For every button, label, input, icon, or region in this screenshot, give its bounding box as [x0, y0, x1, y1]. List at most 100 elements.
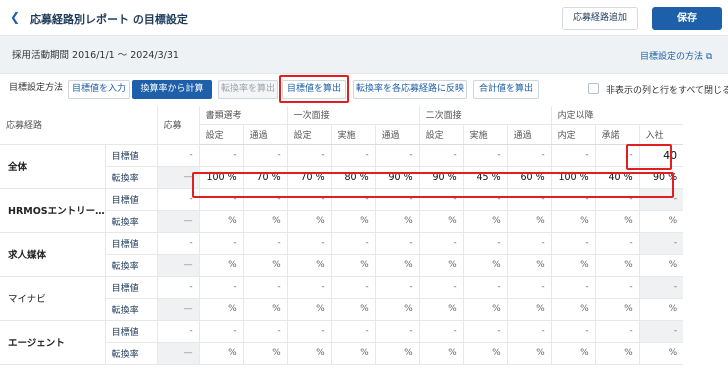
rate-cell[interactable]: %	[330, 210, 376, 233]
hide-empty-checkbox[interactable]	[588, 83, 599, 94]
rate-cell[interactable]: %	[330, 298, 376, 321]
target-cell[interactable]: -	[418, 144, 464, 167]
target-cell[interactable]: -	[462, 232, 508, 255]
target-cell[interactable]: -	[286, 276, 332, 299]
rate-cell[interactable]: %	[198, 342, 244, 365]
rate-cell[interactable]: %	[286, 298, 332, 321]
apply-rate-button[interactable]: 転換率を各応募経路に反映	[353, 80, 467, 99]
target-cell[interactable]: -	[462, 320, 508, 343]
rate-cell[interactable]: %	[506, 342, 552, 365]
rate-cell[interactable]: %	[286, 254, 332, 277]
rate-cell[interactable]: %	[198, 210, 244, 233]
table-row: マイナビ 目標値 - - - - - - - - - - - -	[0, 276, 684, 321]
target-cell[interactable]: -	[242, 276, 288, 299]
target-cell[interactable]: -	[330, 276, 376, 299]
rate-cell[interactable]: %	[286, 210, 332, 233]
target-cell[interactable]: -	[594, 276, 640, 299]
rate-cell[interactable]: %	[550, 298, 596, 321]
target-cell[interactable]: -	[242, 320, 288, 343]
rate-cell[interactable]: %	[198, 298, 244, 321]
rate-cell[interactable]: %	[506, 298, 552, 321]
target-cell[interactable]: -	[374, 232, 420, 255]
route-name: マイナビ	[0, 276, 106, 321]
help-link[interactable]: 目標設定の方法 ⧉	[640, 49, 712, 62]
target-cell[interactable]: -	[462, 144, 508, 167]
input-target-button[interactable]: 目標値を入力	[68, 80, 130, 99]
rate-cell[interactable]: %	[242, 298, 288, 321]
rate-cell[interactable]: %	[198, 254, 244, 277]
rate-cell[interactable]: %	[374, 342, 420, 365]
rate-cell[interactable]: %	[330, 342, 376, 365]
target-cell[interactable]: -	[374, 320, 420, 343]
rate-cell[interactable]: %	[638, 342, 684, 365]
target-cell[interactable]: -	[198, 144, 244, 167]
target-cell[interactable]: -	[286, 320, 332, 343]
rate-cell[interactable]: %	[462, 298, 508, 321]
rate-cell[interactable]: %	[418, 254, 464, 277]
target-cell[interactable]: -	[506, 232, 552, 255]
rate-cell[interactable]: %	[594, 210, 640, 233]
rate-cell[interactable]: %	[638, 210, 684, 233]
calc-total-button[interactable]: 合計値を算出	[473, 80, 539, 99]
target-cell[interactable]: -	[418, 320, 464, 343]
row-label: 目標値	[104, 232, 158, 255]
rate-cell[interactable]: %	[374, 298, 420, 321]
rate-cell[interactable]: %	[418, 342, 464, 365]
rate-cell[interactable]: %	[638, 298, 684, 321]
target-cell[interactable]: -	[198, 320, 244, 343]
target-cell[interactable]: -	[286, 144, 332, 167]
rate-cell[interactable]: %	[286, 342, 332, 365]
target-cell[interactable]: -	[198, 276, 244, 299]
rate-cell[interactable]: %	[418, 210, 464, 233]
rate-cell[interactable]: %	[550, 210, 596, 233]
rate-cell[interactable]: %	[550, 342, 596, 365]
target-cell[interactable]: -	[198, 232, 244, 255]
save-button[interactable]: 保存	[652, 7, 722, 30]
target-cell[interactable]: -	[550, 276, 596, 299]
target-cell[interactable]: -	[462, 276, 508, 299]
rate-cell[interactable]: %	[462, 210, 508, 233]
rate-cell[interactable]: %	[374, 254, 420, 277]
rate-cell[interactable]: %	[462, 254, 508, 277]
target-cell[interactable]: -	[418, 232, 464, 255]
rate-cell[interactable]: %	[242, 210, 288, 233]
target-cell[interactable]: -	[506, 276, 552, 299]
target-cell[interactable]: -	[506, 320, 552, 343]
target-cell[interactable]: -	[374, 144, 420, 167]
target-cell[interactable]: -	[550, 144, 596, 167]
target-cell[interactable]: -	[506, 144, 552, 167]
rate-cell[interactable]: %	[418, 298, 464, 321]
target-cell[interactable]: -	[330, 144, 376, 167]
rate-cell[interactable]: %	[594, 254, 640, 277]
target-cell[interactable]: -	[330, 320, 376, 343]
target-cell[interactable]: -	[374, 276, 420, 299]
rate-cell[interactable]: %	[506, 254, 552, 277]
add-route-button[interactable]: 応募経路追加	[562, 7, 638, 30]
calc-from-rate-button[interactable]: 換算率から計算	[132, 80, 212, 99]
rate-cell[interactable]: %	[374, 210, 420, 233]
target-cell[interactable]: -	[550, 320, 596, 343]
target-cell[interactable]: -	[594, 320, 640, 343]
rate-cell[interactable]: %	[462, 342, 508, 365]
target-cell[interactable]: -	[594, 232, 640, 255]
target-cell[interactable]: -	[242, 144, 288, 167]
rate-cell[interactable]: %	[550, 254, 596, 277]
target-cell[interactable]: -	[286, 232, 332, 255]
rate-cell[interactable]: %	[506, 210, 552, 233]
target-cell[interactable]: -	[638, 232, 684, 255]
rate-cell[interactable]: %	[638, 254, 684, 277]
chevron-left-icon[interactable]: ❮	[10, 10, 20, 24]
recruiting-period: 採用活動期間 2016/1/1 〜 2024/3/31	[12, 50, 179, 61]
rate-cell[interactable]: %	[242, 254, 288, 277]
target-cell[interactable]: -	[638, 276, 684, 299]
target-cell[interactable]: -	[418, 276, 464, 299]
rate-cell[interactable]: %	[594, 298, 640, 321]
rate-cell[interactable]: %	[242, 342, 288, 365]
target-cell[interactable]: -	[638, 320, 684, 343]
calc-rate-button[interactable]: 転換率を算出	[218, 80, 278, 99]
rate-cell[interactable]: %	[594, 342, 640, 365]
target-cell[interactable]: -	[242, 232, 288, 255]
target-cell[interactable]: -	[330, 232, 376, 255]
target-cell[interactable]: -	[550, 232, 596, 255]
rate-cell[interactable]: %	[330, 254, 376, 277]
